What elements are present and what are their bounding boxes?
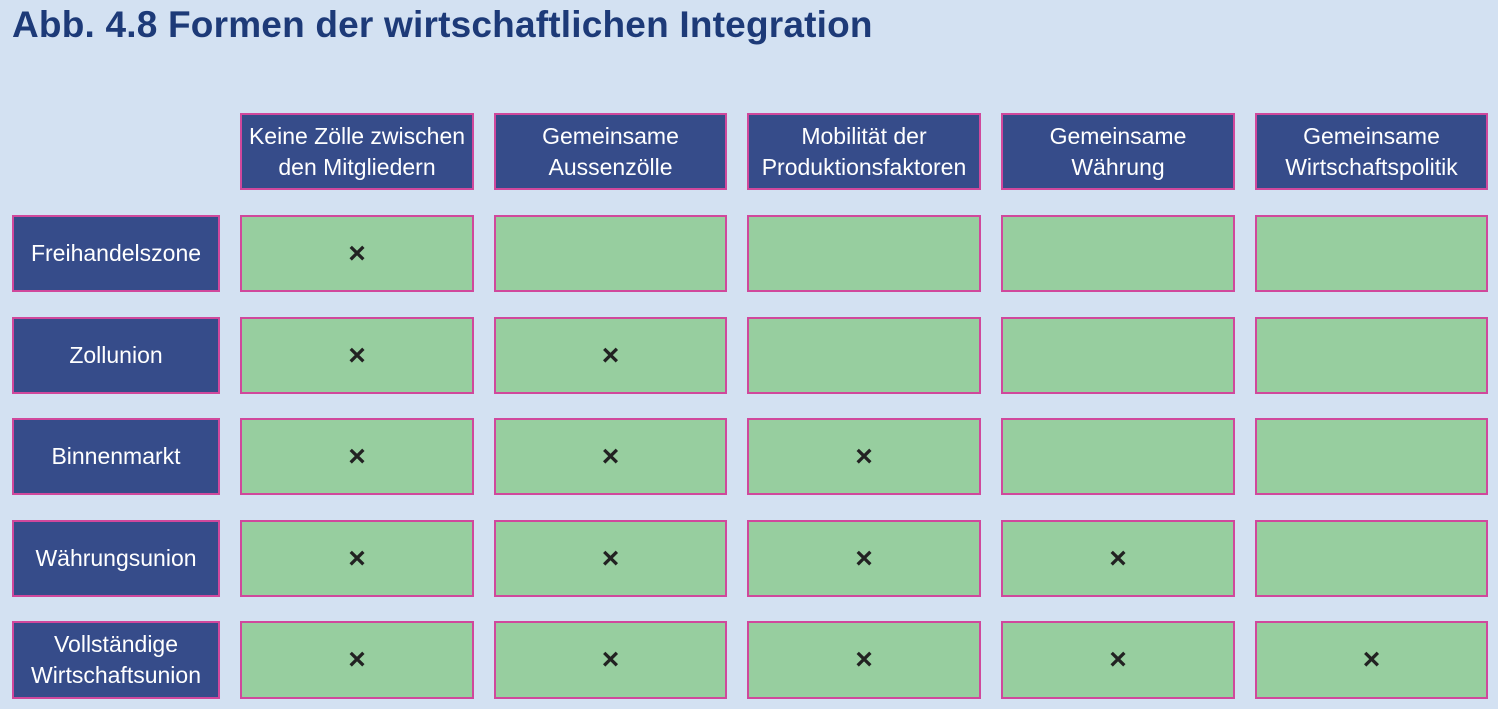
check-mark: × (601, 643, 620, 676)
matrix-cell: × (494, 418, 727, 495)
column-header-common-currency: Gemeinsame Währung (1001, 113, 1235, 190)
check-mark: × (855, 643, 873, 676)
matrix-cell (1255, 215, 1488, 292)
check-mark: × (1362, 643, 1381, 676)
check-mark: × (601, 541, 620, 575)
matrix-cell: × (240, 621, 474, 699)
matrix-cell (1001, 418, 1235, 495)
row-header-zollunion: Zollunion (12, 317, 220, 394)
check-mark: × (855, 439, 873, 473)
check-mark: × (601, 439, 620, 473)
matrix-cell: × (494, 520, 727, 597)
matrix-cell: × (747, 520, 981, 597)
matrix-cell: × (1001, 520, 1235, 597)
column-header-no-tariffs: Keine Zölle zwischen den Mitgliedern (240, 113, 474, 190)
column-header-common-external-tariffs: Gemeinsame Aussenzölle (494, 113, 727, 190)
matrix-cell: × (1001, 621, 1235, 699)
check-mark: × (348, 643, 366, 676)
check-mark: × (348, 541, 366, 575)
matrix-cell: × (494, 621, 727, 699)
matrix-cell (1001, 317, 1235, 394)
check-mark: × (348, 439, 366, 473)
figure-title: Abb. 4.8 Formen der wirtschaftlichen Int… (12, 4, 873, 45)
column-header-common-economic-policy: Gemeinsame Wirtschaftspolitik (1255, 113, 1488, 190)
matrix-cell (747, 317, 981, 394)
row-header-waehrungsunion: Währungsunion (12, 520, 220, 597)
check-mark: × (855, 541, 873, 575)
matrix-cell (1255, 418, 1488, 495)
matrix-cell: × (747, 418, 981, 495)
matrix-cell: × (747, 621, 981, 699)
check-mark: × (1109, 643, 1127, 676)
check-mark: × (1109, 541, 1127, 575)
matrix-cell (494, 215, 727, 292)
matrix-cell (747, 215, 981, 292)
check-mark: × (348, 338, 366, 372)
matrix-cell: × (1255, 621, 1488, 699)
matrix-cell: × (240, 418, 474, 495)
matrix-cell: × (240, 317, 474, 394)
matrix-cell (1255, 520, 1488, 597)
row-header-binnenmarkt: Binnenmarkt (12, 418, 220, 495)
matrix-cell: × (494, 317, 727, 394)
row-header-vollstaendige-wirtschaftsunion: Vollständige Wirtschaftsunion (12, 621, 220, 699)
matrix-cell: × (240, 520, 474, 597)
matrix-cell (1001, 215, 1235, 292)
matrix-cell: × (240, 215, 474, 292)
column-header-factor-mobility: Mobilität der Produktionsfaktoren (747, 113, 981, 190)
row-header-freihandelszone: Freihandelszone (12, 215, 220, 292)
check-mark: × (601, 338, 620, 372)
check-mark: × (348, 236, 366, 270)
matrix-cell (1255, 317, 1488, 394)
